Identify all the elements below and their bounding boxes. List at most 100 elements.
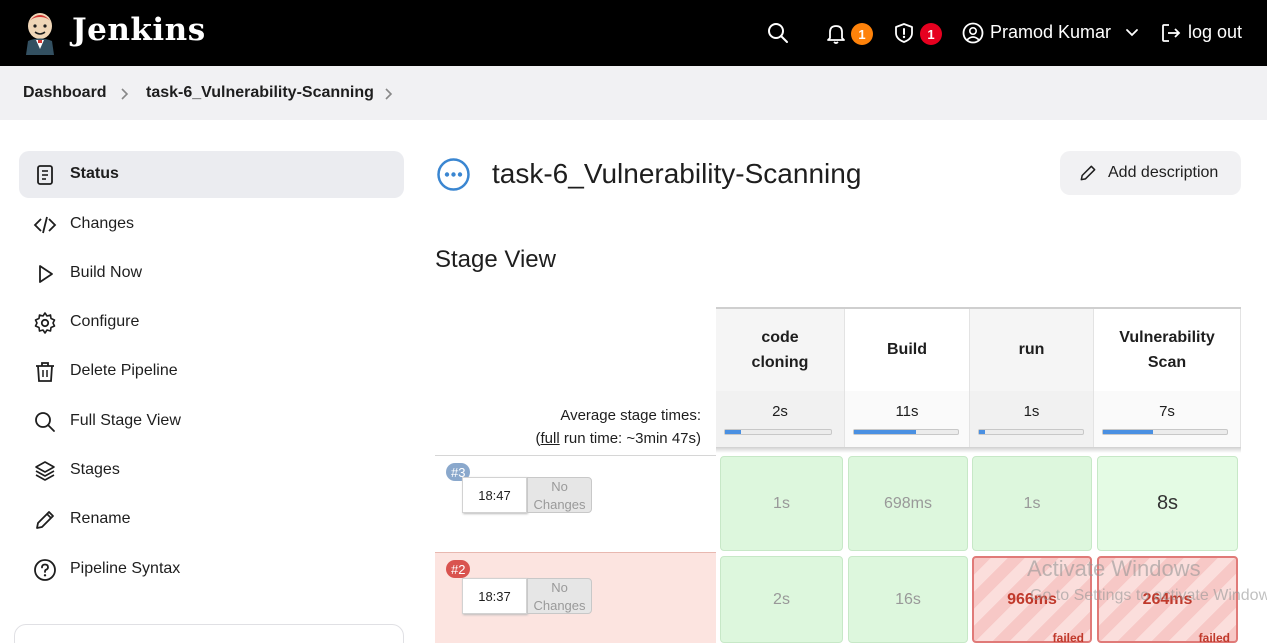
failed-label: failed (1052, 631, 1084, 643)
avg-time-bar-fill (725, 430, 741, 434)
average-stage-times-label: Average stage times: (full run time: ~3m… (470, 404, 702, 450)
user-name-link[interactable]: Pramod Kumar (990, 22, 1111, 43)
build-time: 18:47 (462, 477, 527, 513)
stage-name: run (1018, 341, 1045, 358)
search-icon[interactable] (766, 21, 790, 45)
chevron-right-icon[interactable] (383, 87, 395, 101)
sidebar-item-configure[interactable]: Configure (19, 299, 404, 346)
stage-cell-success[interactable]: 16s (848, 556, 968, 643)
changes-text: Changes (533, 497, 586, 512)
sidebar-item-label: Configure (70, 313, 140, 330)
avg-row-shadow (716, 447, 1241, 453)
sidebar-item-label: Changes (70, 215, 135, 232)
sidebar-item-delete-pipeline[interactable]: Delete Pipeline (19, 348, 404, 395)
failed-label: failed (1198, 631, 1230, 643)
avg-cell-code-cloning: 2s (716, 391, 845, 449)
in-progress-status-icon (437, 158, 470, 191)
stage-name: code (761, 328, 799, 346)
stage-header-run: run (970, 307, 1094, 391)
security-badge[interactable]: 1 (920, 23, 942, 45)
layers-icon (35, 461, 55, 481)
sidebar-item-stages[interactable]: Stages (19, 447, 404, 494)
bell-icon[interactable] (824, 21, 848, 45)
stage-cell-success[interactable]: 1s (720, 456, 843, 551)
stage-header-shadow (716, 307, 1241, 309)
sidebar-item-label: Full Stage View (70, 412, 181, 429)
stage-header-code-cloning: code cloning (716, 307, 845, 391)
brand-name[interactable]: Jenkins (72, 12, 206, 48)
stage-name: Build (887, 341, 927, 358)
changes-text: No (551, 580, 568, 595)
add-description-label: Add description (1108, 164, 1219, 181)
document-icon (37, 165, 53, 185)
build-row-2[interactable]: #2 18:37 No Changes (435, 552, 716, 643)
full-run-time-link[interactable]: full (541, 430, 560, 447)
sidebar-item-full-stage-view[interactable]: Full Stage View (19, 398, 404, 445)
sidebar-item-changes[interactable]: Changes (19, 201, 404, 248)
build-row-3[interactable]: #3 18:47 No Changes (435, 455, 716, 551)
sidebar-item-label: Build Now (70, 264, 143, 281)
avg-time: 7s (1159, 403, 1175, 420)
sidebar-item-pipeline-syntax[interactable]: Pipeline Syntax (19, 546, 404, 593)
sidebar-item-label: Pipeline Syntax (70, 560, 181, 577)
stage-cell-success[interactable]: 1s (972, 456, 1092, 551)
stage-name: cloning (751, 353, 809, 371)
add-description-button[interactable]: Add description (1060, 151, 1241, 195)
avg-time-bar-fill (854, 430, 916, 434)
stage-name: Vulnerability (1119, 328, 1215, 346)
pencil-icon (1080, 165, 1096, 181)
avg-time-bar (1102, 429, 1228, 435)
chevron-right-icon (121, 88, 129, 100)
sidebar-widget-card (14, 624, 404, 643)
gear-icon (34, 312, 56, 334)
search-icon (35, 412, 55, 432)
changes-text: No (551, 479, 568, 494)
shield-icon[interactable] (892, 21, 916, 45)
top-header: Jenkins 1 1 Pramod Kumar log out (0, 0, 1267, 66)
avg-time-bar (724, 429, 832, 435)
stage-cell-success[interactable]: 698ms (848, 456, 968, 551)
sidebar-item-label: Status (70, 165, 119, 182)
changes-text: Changes (533, 598, 586, 613)
chevron-down-icon[interactable] (1125, 26, 1139, 40)
sidebar-item-build-now[interactable]: Build Now (19, 250, 404, 297)
page-title: task-6_Vulnerability-Scanning (492, 158, 862, 189)
build-time: 18:37 (462, 578, 527, 614)
avg-cell-build: 11s (845, 391, 970, 449)
avg-time-bar (978, 429, 1084, 435)
avg-time: 2s (772, 403, 788, 420)
stage-cell-success[interactable]: 8s (1097, 456, 1238, 551)
avg-time-bar (853, 429, 959, 435)
breadcrumb: Dashboard task-6_Vulnerability-Scanning (0, 66, 1267, 120)
sidebar-item-status[interactable]: Status (19, 151, 404, 198)
help-icon (34, 559, 56, 581)
sidebar-item-rename[interactable]: Rename (19, 496, 404, 543)
no-changes-badge: No Changes (527, 578, 592, 614)
avg-cell-vulnerability-scan: 7s (1094, 391, 1241, 449)
play-icon (39, 265, 53, 283)
stage-header-vulnerability-scan: Vulnerability Scan (1094, 307, 1241, 391)
stage-header-build: Build (845, 307, 970, 391)
avg-time: 11s (895, 403, 919, 420)
notifications-badge[interactable]: 1 (851, 23, 873, 45)
user-icon[interactable] (962, 22, 984, 44)
avg-time-bar-fill (1103, 430, 1153, 434)
pencil-icon (36, 511, 54, 529)
breadcrumb-job[interactable]: task-6_Vulnerability-Scanning (146, 84, 374, 102)
jenkins-logo-icon[interactable] (22, 9, 58, 55)
activate-windows-subtext: Go to Settings to activate Windows. (1030, 587, 1267, 604)
logout-icon[interactable] (1160, 22, 1182, 44)
build-number-badge[interactable]: #2 (446, 560, 471, 578)
activate-windows-watermark: Activate Windows (1027, 556, 1201, 581)
logout-link[interactable]: log out (1188, 22, 1242, 43)
avg-time-bar-fill (979, 430, 985, 434)
code-icon (33, 216, 57, 234)
breadcrumb-dashboard[interactable]: Dashboard (23, 84, 107, 102)
stage-cell-success[interactable]: 2s (720, 556, 843, 643)
no-changes-badge: No Changes (527, 477, 592, 513)
avg-time: 1s (1023, 403, 1040, 420)
sidebar-item-label: Stages (70, 461, 120, 478)
avg-cell-run: 1s (970, 391, 1094, 449)
avg-label-line: Average stage times: (560, 407, 701, 424)
sidebar-item-label: Rename (70, 510, 131, 527)
